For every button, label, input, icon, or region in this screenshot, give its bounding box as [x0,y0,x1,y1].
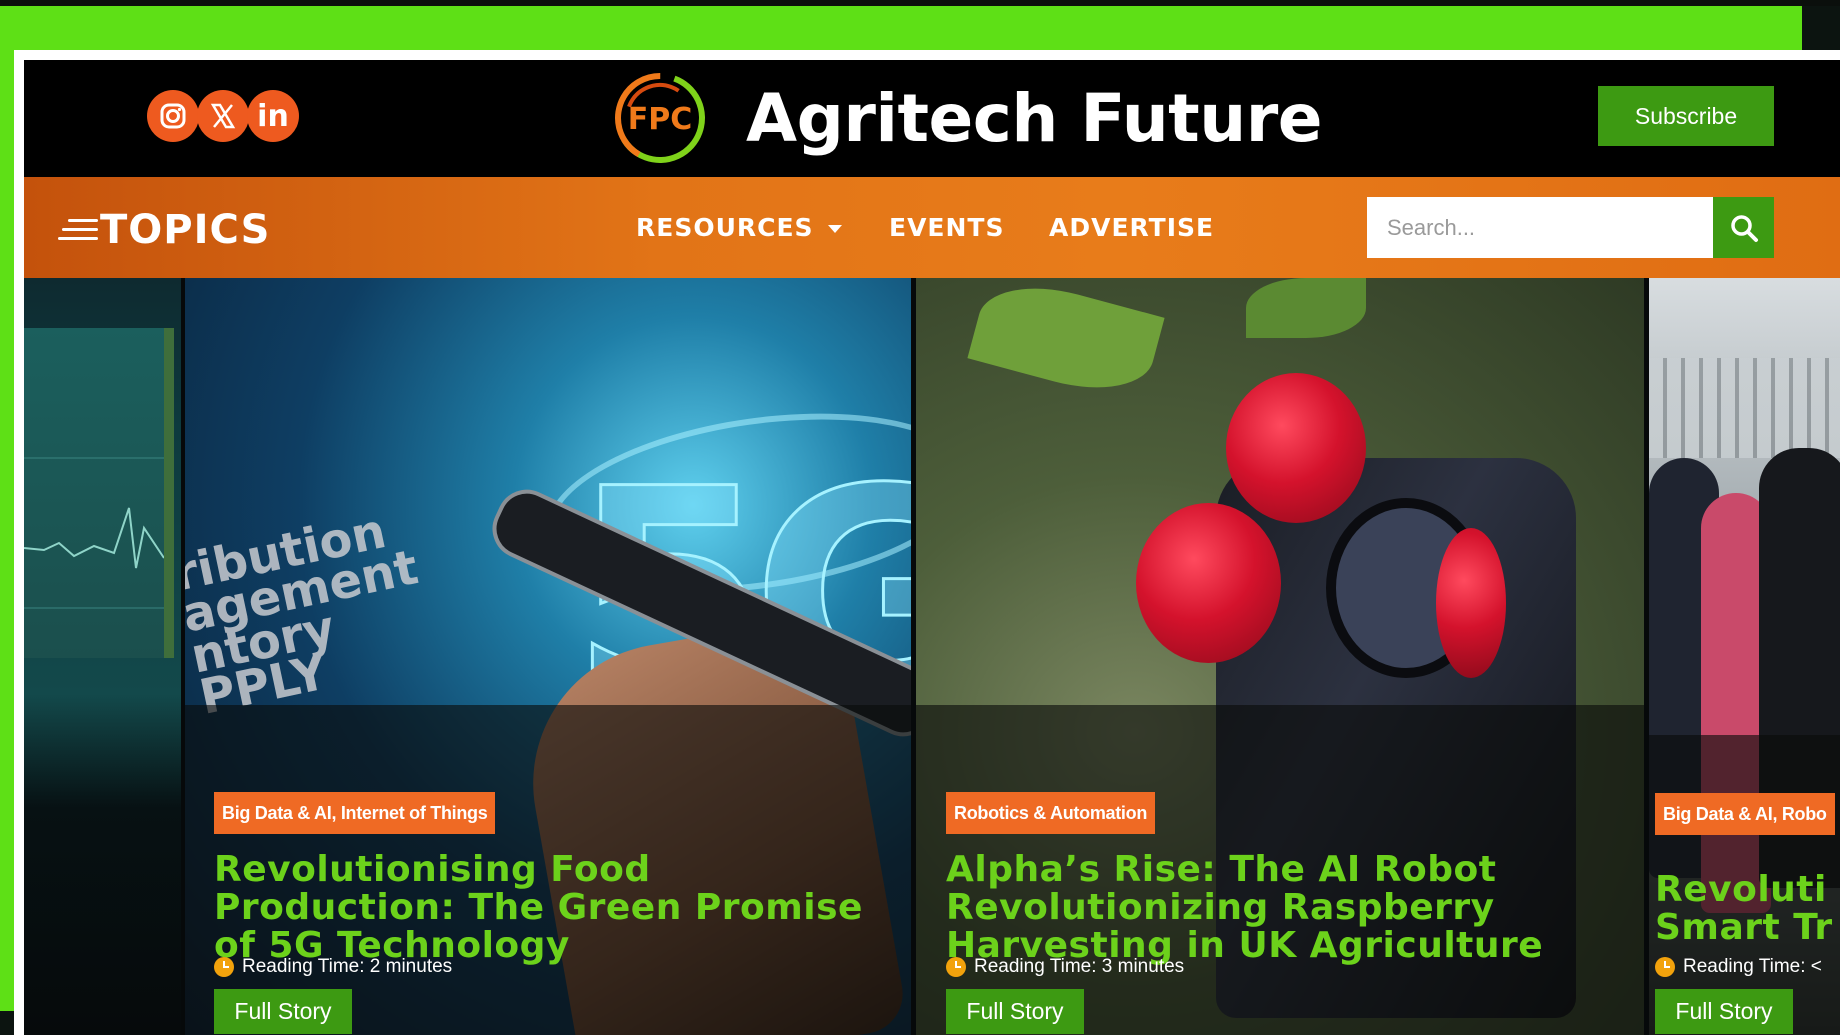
card-image-greenhouse [1649,358,1840,458]
reading-time: Reading Time: < [1655,956,1822,978]
full-story-button[interactable]: Full Story [946,989,1084,1034]
card-image-raspberry [1136,503,1281,663]
logo-text: FPC [628,102,693,137]
card-image-words: ribution agement ntory PPLY [185,503,423,726]
nav-advertise[interactable]: ADVERTISE [1049,213,1214,242]
reading-time-text: Reading Time: < [1683,956,1822,977]
nav-events[interactable]: EVENTS [889,213,1005,242]
story-title[interactable]: Alpha’s Rise: The AI Robot Revolutionizi… [946,851,1636,965]
x-link[interactable] [197,90,249,142]
reading-time: Reading Time: 2 minutes [214,956,452,978]
category-tag[interactable]: Big Data & AI, Internet of Things [214,792,496,834]
linkedin-link[interactable]: in [247,90,299,142]
story-title[interactable]: Revoluti Smart Tr [1655,871,1840,947]
reading-time: Reading Time: 3 minutes [946,956,1184,978]
header-bar: in FPC Agritech Future Subscribe [24,60,1840,177]
nav-resources[interactable]: RESOURCES [636,213,842,242]
story-card-5g[interactable]: 5G ributionagementntoryPPLY Big Data & A… [185,278,911,1035]
card-image-leaf [1246,278,1366,338]
fpc-logo-icon: FPC [615,73,705,163]
search-icon [1730,214,1758,242]
category-tag[interactable]: Robotics & Automation [946,792,1156,834]
clock-icon [214,957,234,977]
fpc-logo[interactable]: FPC [610,68,710,168]
reading-time-text: Reading Time: 3 minutes [974,956,1185,977]
site-title[interactable]: Agritech Future [746,80,1323,157]
chevron-down-icon [827,225,842,233]
search-button[interactable] [1713,197,1774,258]
reading-time-text: Reading Time: 2 minutes [242,956,453,977]
full-story-button[interactable]: Full Story [1655,989,1793,1034]
card-image-raspberry [1436,528,1506,678]
topics-label: TOPICS [100,207,271,253]
instagram-link[interactable] [147,90,199,142]
full-story-button[interactable]: Full Story [214,989,352,1034]
clock-icon [946,957,966,977]
x-icon [210,103,236,129]
topics-menu-button[interactable]: TOPICS [58,207,270,253]
category-tag[interactable]: Big Data & AI, Robo [1655,793,1835,835]
clock-icon [1655,957,1675,977]
story-card-raspberry[interactable]: Robotics & Automation Alpha’s Rise: The … [916,278,1644,1035]
linkedin-icon: in [257,98,289,134]
instagram-icon [160,103,186,129]
story-title[interactable]: Revolutionising Food Production: The Gre… [214,851,884,965]
main-nav: TOPICS RESOURCES EVENTS ADVERTISE [24,177,1840,278]
website-viewport: in FPC Agritech Future Subscribe TOPICS … [24,60,1840,1035]
story-card-partial-left[interactable] [24,278,181,1035]
card-image [24,328,174,658]
nav-resources-label: RESOURCES [636,213,814,242]
subscribe-button[interactable]: Subscribe [1598,86,1774,146]
search-input[interactable] [1367,197,1713,258]
green-frame-top [0,6,1802,50]
green-frame-left [0,6,14,1011]
card-image-raspberry [1226,373,1366,523]
menu-lines-icon [58,215,98,245]
card-image-leaf [967,278,1165,405]
story-card-partial-right[interactable]: Big Data & AI, Robo Revoluti Smart Tr Re… [1649,278,1840,1035]
